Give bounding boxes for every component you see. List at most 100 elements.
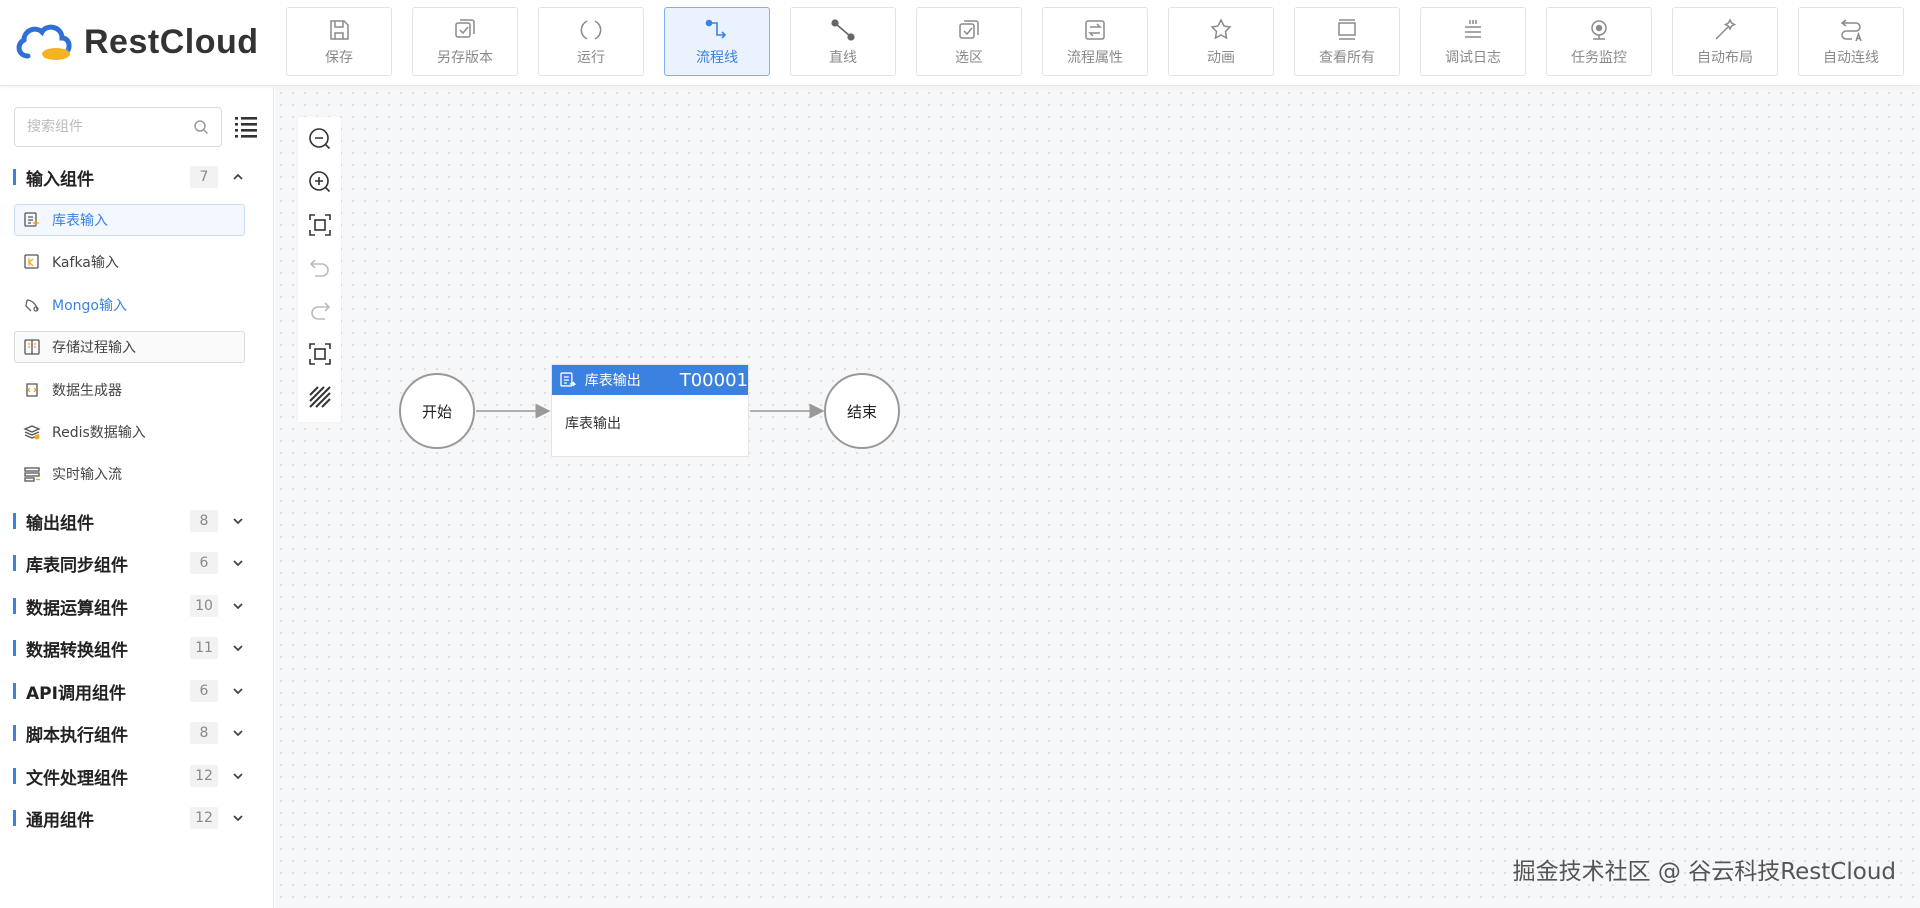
- auto-connect-button[interactable]: 自动连线: [1798, 7, 1904, 76]
- fit-view-icon: [308, 213, 331, 236]
- view-all-button-label: 查看所有: [1319, 49, 1375, 66]
- flow-line-icon: [705, 19, 727, 39]
- category-table-sync[interactable]: 库表同步组件 6: [0, 543, 274, 583]
- category-name: API调用组件: [26, 683, 126, 704]
- category-file-processing[interactable]: 文件处理组件 12: [0, 756, 274, 796]
- table-input-icon: [24, 212, 39, 227]
- end-node[interactable]: 结束: [824, 373, 900, 449]
- category-output[interactable]: 输出组件 8: [0, 501, 274, 541]
- component-item-data-generator[interactable]: 数据生成器: [14, 374, 245, 406]
- auto-connect-icon: [1840, 18, 1862, 41]
- chevron-down-icon[interactable]: [231, 641, 245, 655]
- component-sidebar: 输入组件 7 库表输入 Kafka输入 Mongo输入 存储过程输入 数据生成器…: [0, 87, 274, 908]
- actual-size-icon: [308, 342, 331, 365]
- undo-button[interactable]: [298, 246, 341, 289]
- list-view-icon[interactable]: [234, 114, 258, 138]
- category-name: 数据运算组件: [26, 598, 128, 619]
- actual-size-button[interactable]: [298, 332, 341, 375]
- view-all-button[interactable]: 查看所有: [1294, 7, 1400, 76]
- auto-layout-button[interactable]: 自动布局: [1672, 7, 1778, 76]
- chevron-up-icon[interactable]: [231, 170, 245, 184]
- grid-toggle-button[interactable]: [298, 375, 341, 418]
- auto-layout-icon: [1715, 17, 1737, 40]
- category-data-transform[interactable]: 数据转换组件 11: [0, 628, 274, 668]
- save-version-icon: [455, 18, 475, 38]
- flow-properties-button-label: 流程属性: [1067, 49, 1123, 66]
- category-name: 文件处理组件: [26, 768, 128, 789]
- start-node[interactable]: 开始: [399, 373, 475, 449]
- component-item-mongo-input[interactable]: Mongo输入: [14, 289, 245, 321]
- animation-icon: [1210, 17, 1232, 39]
- stored-procedure-icon: [24, 339, 40, 355]
- component-label: 实时输入流: [52, 467, 122, 483]
- chevron-down-icon[interactable]: [231, 684, 245, 698]
- flow-line-button[interactable]: 流程线: [664, 7, 770, 76]
- auto-layout-button-label: 自动布局: [1697, 49, 1753, 66]
- component-item-realtime-input-stream[interactable]: 实时输入流: [14, 458, 245, 490]
- category-name: 数据转换组件: [26, 640, 128, 661]
- category-count: 8: [190, 510, 218, 532]
- category-count: 8: [190, 722, 218, 744]
- chevron-down-icon[interactable]: [231, 514, 245, 528]
- zoom-out-button[interactable]: [298, 117, 341, 160]
- chevron-down-icon[interactable]: [231, 769, 245, 783]
- zoom-in-button[interactable]: [298, 160, 341, 203]
- chevron-down-icon[interactable]: [231, 811, 245, 825]
- chevron-down-icon[interactable]: [231, 599, 245, 613]
- data-generator-icon: [26, 383, 38, 397]
- category-count: 12: [190, 765, 218, 787]
- category-marker: [13, 555, 16, 571]
- end-node-label: 结束: [846, 402, 877, 421]
- watermark-text: 掘金技术社区 @ 谷云科技RestCloud: [1512, 859, 1896, 885]
- start-node-label: 开始: [421, 402, 452, 421]
- component-search[interactable]: [14, 107, 222, 147]
- chevron-down-icon[interactable]: [231, 556, 245, 570]
- category-script-exec[interactable]: 脚本执行组件 8: [0, 713, 274, 753]
- category-count: 10: [190, 595, 218, 617]
- component-item-stored-procedure-input[interactable]: 存储过程输入: [14, 331, 245, 363]
- fit-view-button[interactable]: [298, 203, 341, 246]
- search-input[interactable]: [27, 108, 187, 146]
- cloud-logo-icon: [16, 24, 72, 60]
- animation-button-label: 动画: [1207, 49, 1235, 66]
- category-name: 库表同步组件: [26, 555, 128, 576]
- debug-log-icon: [1465, 19, 1481, 38]
- flow-properties-button[interactable]: 流程属性: [1042, 7, 1148, 76]
- component-item-redis-input[interactable]: Redis数据输入: [14, 416, 245, 448]
- component-label: Mongo输入: [52, 298, 127, 314]
- task-monitor-button[interactable]: 任务监控: [1546, 7, 1652, 76]
- mongo-input-icon: [25, 299, 39, 312]
- redo-icon: [310, 301, 330, 320]
- category-count: 11: [190, 637, 218, 659]
- category-marker: [13, 810, 16, 826]
- redo-button[interactable]: [298, 289, 341, 332]
- category-marker: [13, 768, 16, 784]
- category-data-operation[interactable]: 数据运算组件 10: [0, 586, 274, 626]
- component-label: Kafka输入: [52, 255, 119, 271]
- search-icon[interactable]: [193, 119, 209, 135]
- toolbar: 保存 另存版本 运行 流程线 直线 选区 流程属性 动画 查看所有 调试日志 任…: [286, 7, 1904, 77]
- save-button[interactable]: 保存: [286, 7, 392, 76]
- component-item-kafka-input[interactable]: Kafka输入: [14, 246, 245, 278]
- category-marker: [13, 640, 16, 656]
- animation-button[interactable]: 动画: [1168, 7, 1274, 76]
- straight-line-button[interactable]: 直线: [790, 7, 896, 76]
- run-button[interactable]: 运行: [538, 7, 644, 76]
- run-icon: [580, 19, 602, 40]
- task-node[interactable]: 库表输出 T00001 库表输出: [551, 364, 749, 457]
- save-version-button[interactable]: 另存版本: [412, 7, 518, 76]
- debug-log-button-label: 调试日志: [1445, 49, 1501, 66]
- task-node-title: 库表输出: [584, 373, 641, 389]
- straight-line-icon: [831, 18, 855, 41]
- select-area-button[interactable]: 选区: [916, 7, 1022, 76]
- table-output-icon: [560, 372, 577, 387]
- category-input[interactable]: 输入组件 7: [0, 157, 274, 197]
- category-general[interactable]: 通用组件 12: [0, 798, 274, 838]
- flow-canvas[interactable]: 开始 库表输出 T00001 库表输出 结束 掘金技术社区 @ 谷云科技Rest…: [275, 87, 1920, 908]
- chevron-down-icon[interactable]: [231, 726, 245, 740]
- category-marker: [13, 169, 16, 185]
- debug-log-button[interactable]: 调试日志: [1420, 7, 1526, 76]
- category-api-call[interactable]: API调用组件 6: [0, 671, 274, 711]
- component-item-table-input[interactable]: 库表输入: [14, 204, 245, 236]
- task-node-header: 库表输出 T00001: [552, 365, 748, 395]
